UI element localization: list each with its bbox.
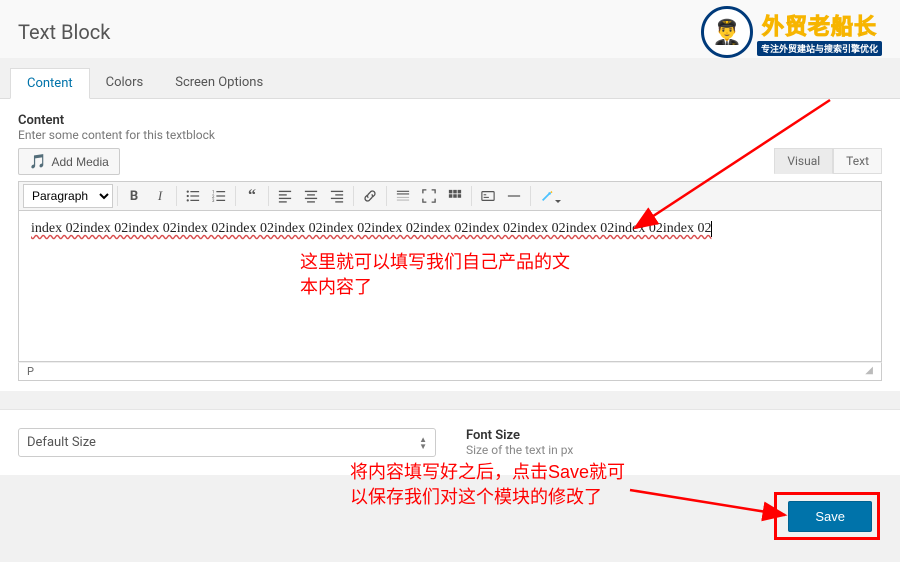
- save-button[interactable]: Save: [788, 501, 872, 532]
- blockquote-button[interactable]: “: [240, 184, 264, 208]
- tabs-bar: Content Colors Screen Options: [0, 58, 900, 99]
- stepper-icon[interactable]: ▲▼: [419, 436, 427, 450]
- fullscreen-button[interactable]: [417, 184, 441, 208]
- bulleted-list-button[interactable]: [181, 184, 205, 208]
- tab-colors[interactable]: Colors: [90, 68, 160, 98]
- font-size-row: Default Size ▲▼ Font Size Size of the te…: [0, 410, 900, 475]
- align-left-button[interactable]: [273, 184, 297, 208]
- add-media-button[interactable]: 🎵 Add Media: [18, 148, 120, 175]
- logo-main-text: 外贸老船长: [762, 9, 877, 41]
- magic-wand-button[interactable]: [535, 184, 559, 208]
- editor-status-bar: P ◢: [18, 362, 882, 381]
- editor-mode-tabs: Visual Text: [774, 148, 882, 174]
- content-panel: Content Enter some content for this text…: [0, 99, 900, 391]
- logo-sub-text: 专注外贸建站与搜索引擎优化: [757, 41, 882, 56]
- align-center-button[interactable]: [299, 184, 323, 208]
- bold-button[interactable]: B: [122, 184, 146, 208]
- editor-toolbar: Paragraph B I 123 “: [18, 181, 882, 211]
- status-path: P: [27, 365, 34, 378]
- link-button[interactable]: [358, 184, 382, 208]
- hr-button[interactable]: [502, 184, 526, 208]
- insert-shortcode-button[interactable]: [476, 184, 500, 208]
- font-size-desc: Size of the text in px: [466, 443, 573, 457]
- text-cursor: [711, 221, 712, 237]
- svg-text:3: 3: [212, 199, 215, 203]
- resize-handle-icon[interactable]: ◢: [865, 365, 873, 378]
- tab-screen-options[interactable]: Screen Options: [159, 68, 279, 98]
- tab-content[interactable]: Content: [10, 68, 90, 99]
- numbered-list-button[interactable]: 123: [207, 184, 231, 208]
- font-size-info: Font Size Size of the text in px: [466, 428, 573, 457]
- default-size-select[interactable]: Default Size ▲▼: [18, 428, 436, 457]
- add-media-label: Add Media: [51, 155, 108, 169]
- insert-more-button[interactable]: [391, 184, 415, 208]
- mode-tab-text[interactable]: Text: [833, 148, 882, 174]
- italic-button[interactable]: I: [148, 184, 172, 208]
- captain-icon: 👨‍✈️: [701, 6, 753, 58]
- align-right-button[interactable]: [325, 184, 349, 208]
- format-select[interactable]: Paragraph: [23, 184, 113, 208]
- size-select-value: Default Size: [27, 435, 96, 450]
- editor-text: index 02index 02index 02index 02index 02…: [31, 221, 711, 236]
- brand-logo: 👨‍✈️ 外贸老船长 专注外贸建站与搜索引擎优化: [701, 6, 882, 58]
- mode-tab-visual[interactable]: Visual: [774, 148, 833, 174]
- font-size-label: Font Size: [466, 428, 573, 443]
- camera-music-icon: 🎵: [29, 153, 46, 170]
- content-label: Content: [18, 113, 882, 128]
- toolbar-toggle-button[interactable]: [443, 184, 467, 208]
- editor-textarea[interactable]: index 02index 02index 02index 02index 02…: [18, 211, 882, 362]
- content-desc: Enter some content for this textblock: [18, 128, 882, 142]
- page-title: Text Block: [18, 20, 110, 44]
